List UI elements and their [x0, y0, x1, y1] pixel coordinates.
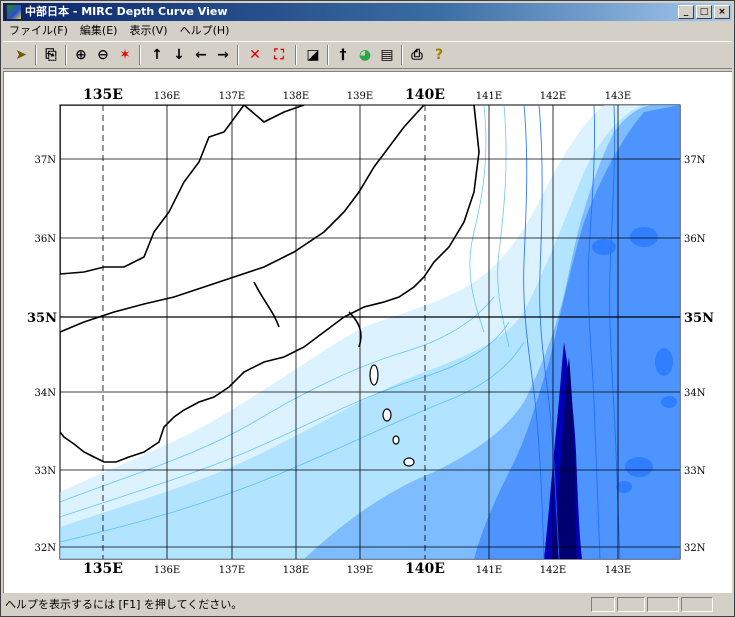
toolbar: ➤ ⎘ ⊕ ⊖ ✶ ↑ ↓ ← → ✕ ⛶ ◪ † ◕ ▤ ⎙ ? — [3, 41, 732, 69]
zoom-out-icon[interactable]: ⊖ — [93, 45, 113, 65]
right-lat-label: 37N — [684, 155, 706, 166]
menu-view[interactable]: 表示(V) — [123, 22, 173, 40]
arrow-right-icon[interactable]: → — [213, 45, 233, 65]
toolbar-separator — [35, 45, 37, 65]
window-title: 中部日本 - MIRC Depth Curve View — [25, 5, 228, 18]
top-lon-label: 138E — [283, 91, 309, 102]
top-lon-label: 137E — [219, 91, 245, 102]
right-lat-label: 33N — [684, 466, 706, 477]
app-icon[interactable] — [6, 4, 22, 20]
menu-edit[interactable]: 編集(E) — [74, 22, 124, 40]
top-lon-label: 135E — [83, 87, 123, 103]
status-panel — [647, 597, 679, 612]
left-lat-label: 34N — [35, 388, 57, 399]
status-panel — [591, 597, 615, 612]
left-lat-label: 35N — [27, 311, 57, 326]
app-window: 中部日本 - MIRC Depth Curve View _ □ × ファイル(… — [0, 0, 735, 617]
right-lat-label: 36N — [684, 234, 706, 245]
status-bar: ヘルプを表示するには [F1] を押してください。 — [3, 595, 732, 614]
close-button[interactable]: × — [714, 5, 730, 19]
status-text: ヘルプを表示するには [F1] を押してください。 — [5, 598, 243, 611]
right-lat-label: 34N — [684, 388, 706, 399]
left-lat-label: 32N — [35, 543, 57, 554]
toolbar-separator — [237, 45, 239, 65]
top-lon-label: 140E — [405, 87, 445, 103]
fit-x-icon[interactable]: ✕ — [245, 45, 265, 65]
map-view[interactable]: 135E 136E 137E 138E 139E 140E 141E 142E … — [3, 71, 732, 593]
legend-icon[interactable]: ▤ — [377, 45, 397, 65]
bottom-lon-label: 142E — [540, 565, 566, 576]
arrow-up-icon[interactable]: ↑ — [147, 45, 167, 65]
menu-help[interactable]: ヘルプ(H) — [174, 22, 236, 40]
bottom-lon-label: 138E — [283, 565, 309, 576]
color-icon[interactable]: ◕ — [355, 45, 375, 65]
contrast-icon[interactable]: ◪ — [303, 45, 323, 65]
right-lat-label: 32N — [684, 543, 706, 554]
toolbar-separator — [139, 45, 141, 65]
left-lat-label: 33N — [35, 466, 57, 477]
left-lat-label: 37N — [35, 155, 57, 166]
left-lat-label: 36N — [35, 234, 57, 245]
resize-grip[interactable] — [715, 597, 729, 612]
fit-box-icon[interactable]: ⛶ — [269, 45, 289, 65]
toolbar-separator — [65, 45, 67, 65]
bottom-lon-label: 135E — [83, 561, 123, 577]
top-lon-label: 139E — [347, 91, 373, 102]
help-icon[interactable]: ? — [429, 45, 449, 65]
arrow-down-icon[interactable]: ↓ — [169, 45, 189, 65]
status-panel — [617, 597, 645, 612]
bottom-lon-label: 141E — [476, 565, 502, 576]
top-lon-label: 141E — [476, 91, 502, 102]
top-lon-label: 136E — [154, 91, 180, 102]
toolbar-separator — [327, 45, 329, 65]
top-lon-label: 142E — [540, 91, 566, 102]
print-icon[interactable]: ⎙ — [407, 45, 427, 65]
title-bar[interactable]: 中部日本 - MIRC Depth Curve View _ □ × — [3, 3, 732, 21]
zoom-in-icon[interactable]: ⊕ — [71, 45, 91, 65]
arrow-left-icon[interactable]: ← — [191, 45, 211, 65]
depth-map[interactable]: 135E 136E 137E 138E 139E 140E 141E 142E … — [4, 72, 731, 592]
top-lon-label: 143E — [605, 91, 631, 102]
right-lat-label: 35N — [684, 311, 714, 326]
bottom-lon-label: 139E — [347, 565, 373, 576]
copy-icon[interactable]: ⎘ — [41, 45, 61, 65]
minimize-button[interactable]: _ — [678, 5, 694, 19]
window-controls: _ □ × — [676, 5, 730, 19]
toolbar-separator — [295, 45, 297, 65]
pointer-icon[interactable]: ➤ — [11, 45, 31, 65]
toolbar-separator — [401, 45, 403, 65]
status-panel — [681, 597, 713, 612]
cursor-icon[interactable]: † — [333, 45, 353, 65]
menu-bar: ファイル(F) 編集(E) 表示(V) ヘルプ(H) — [3, 22, 732, 40]
zoom-all-icon[interactable]: ✶ — [115, 45, 135, 65]
bottom-lon-label: 143E — [605, 565, 631, 576]
bottom-lon-label: 136E — [154, 565, 180, 576]
bottom-lon-label: 137E — [219, 565, 245, 576]
maximize-button[interactable]: □ — [696, 5, 712, 19]
bottom-lon-label: 140E — [405, 561, 445, 577]
menu-file[interactable]: ファイル(F) — [3, 22, 74, 40]
